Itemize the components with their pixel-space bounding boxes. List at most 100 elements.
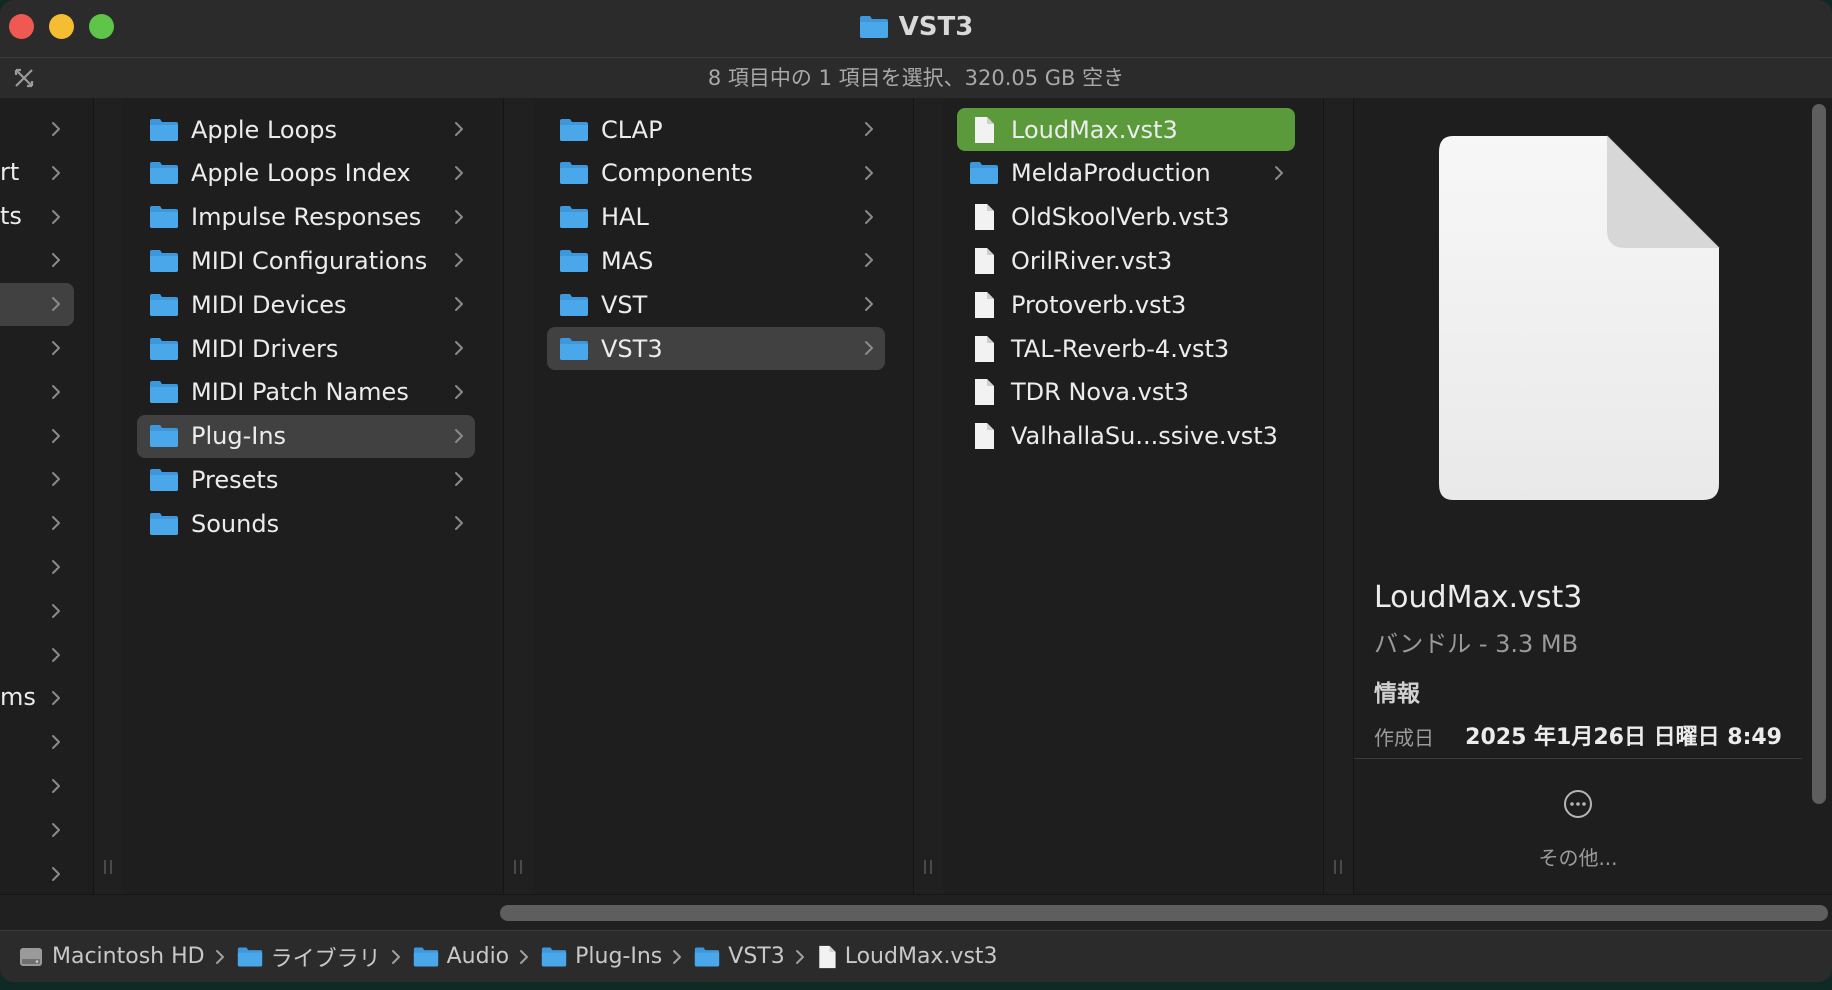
- column-divider[interactable]: [1323, 98, 1354, 894]
- path-crumb-label: ライブラリ: [270, 946, 381, 972]
- list-item[interactable]: [0, 327, 74, 370]
- list-item-components[interactable]: Components: [547, 152, 885, 195]
- folder-icon: [150, 118, 178, 141]
- list-item-label: MeldaProduction: [1011, 159, 1211, 188]
- list-item-label: ts: [0, 201, 22, 230]
- list-item-label: TDR Nova.vst3: [1011, 378, 1190, 407]
- list-item-plug-ins[interactable]: Plug-Ins: [137, 414, 475, 458]
- window-title: VST3: [0, 10, 1832, 44]
- folder-icon: [150, 468, 178, 491]
- chevron-right-icon: [455, 297, 463, 312]
- list-item-label: CLAP: [601, 115, 663, 144]
- folder-icon: [542, 946, 567, 967]
- column-resize-grip[interactable]: [514, 860, 522, 874]
- column-browser: rt ts ms Apple Loops Apple Loops Index Impul…: [0, 98, 1832, 894]
- list-item[interactable]: [0, 853, 74, 896]
- list-item-tal-reverb-4-vst3[interactable]: TAL-Reverb-4.vst3: [957, 327, 1295, 370]
- list-item-tdr-nova-vst3[interactable]: TDR Nova.vst3: [957, 371, 1295, 414]
- preview-file-name: LoudMax.vst3: [1374, 580, 1583, 615]
- list-item-hal[interactable]: HAL: [547, 196, 885, 239]
- list-item[interactable]: [0, 458, 74, 501]
- list-item[interactable]: ms: [0, 677, 74, 720]
- column-resize-grip[interactable]: [1334, 860, 1342, 874]
- column-parent: rt ts ms: [0, 98, 115, 896]
- list-item[interactable]: [0, 239, 74, 282]
- list-item-sounds[interactable]: Sounds: [137, 502, 475, 545]
- list-item[interactable]: [0, 590, 74, 633]
- list-item-oldskoolverb-vst3[interactable]: OldSkoolVerb.vst3: [957, 196, 1295, 239]
- column-resize-grip[interactable]: [104, 860, 112, 874]
- folder-icon: [413, 946, 438, 967]
- list-item-presets[interactable]: Presets: [137, 458, 475, 501]
- list-item[interactable]: [0, 415, 74, 458]
- chevron-right-icon: [52, 122, 60, 136]
- list-item-protoverb-vst3[interactable]: Protoverb.vst3: [957, 283, 1295, 326]
- more-button[interactable]: その他...: [1354, 842, 1802, 871]
- list-item-midi-configurations[interactable]: MIDI Configurations: [137, 239, 475, 282]
- preview-pane: LoudMax.vst3 バンドル - 3.3 MB 情報 作成日 2025 年…: [1354, 98, 1802, 894]
- list-item[interactable]: [0, 546, 74, 589]
- path-crumb[interactable]: Macintosh HD: [18, 944, 205, 969]
- list-item[interactable]: [0, 634, 74, 677]
- chevron-right-icon: [865, 165, 873, 180]
- path-crumb[interactable]: Audio: [413, 944, 509, 969]
- folder-icon: [560, 118, 588, 141]
- list-item[interactable]: ts: [0, 196, 74, 239]
- horizontal-scrollbar[interactable]: [0, 894, 1832, 931]
- list-item-midi-devices[interactable]: MIDI Devices: [137, 283, 475, 326]
- preview-scrollbar[interactable]: [1808, 98, 1832, 894]
- list-item-label: TAL-Reverb-4.vst3: [1011, 334, 1230, 363]
- created-label: 作成日: [1374, 726, 1434, 750]
- chevron-right-icon: [455, 472, 463, 487]
- list-item-meldaproduction[interactable]: MeldaProduction: [957, 152, 1295, 195]
- path-crumb[interactable]: ライブラリ: [237, 941, 381, 973]
- ellipsis-circle-icon[interactable]: [1563, 789, 1593, 819]
- chevron-right-icon: [865, 209, 873, 224]
- chevron-right-icon: [865, 253, 873, 268]
- list-item-orilriver-vst3[interactable]: OrilRiver.vst3: [957, 239, 1295, 282]
- path-bar: Macintosh HD ライブラリ Audio Plug-Ins VST3 LoudMa…: [0, 930, 1832, 982]
- horizontal-scroll-thumb[interactable]: [500, 905, 1828, 921]
- list-item[interactable]: [0, 502, 74, 545]
- document-icon: [975, 335, 994, 362]
- folder-icon: [150, 512, 178, 535]
- list-item[interactable]: [0, 283, 74, 327]
- list-item-label: ms: [0, 683, 36, 712]
- list-item[interactable]: [0, 371, 74, 414]
- column-resize-grip[interactable]: [924, 860, 932, 874]
- chevron-right-icon: [1275, 165, 1283, 180]
- chevron-right-icon: [865, 122, 873, 136]
- list-item-midi-patch-names[interactable]: MIDI Patch Names: [137, 371, 475, 414]
- column-divider[interactable]: [93, 98, 124, 894]
- chevron-right-icon: [865, 297, 873, 312]
- list-item-valhallasu-ssive-vst3[interactable]: ValhallaSu...ssive.vst3: [957, 415, 1295, 458]
- chevron-right-icon: [52, 253, 60, 268]
- list-item-vst3[interactable]: VST3: [547, 327, 885, 370]
- list-item[interactable]: rt: [0, 152, 74, 195]
- finder-window: VST3 8 項目中の 1 項目を選択、320.05 GB 空き rt ts ms …: [0, 0, 1832, 982]
- chevron-right-icon: [455, 165, 463, 180]
- list-item-impulse-responses[interactable]: Impulse Responses: [137, 196, 475, 239]
- list-item[interactable]: [0, 765, 74, 808]
- list-item[interactable]: [0, 809, 74, 852]
- chevron-right-icon: [52, 866, 60, 881]
- list-item-mas[interactable]: MAS: [547, 239, 885, 282]
- list-item-label: OrilRiver.vst3: [1011, 246, 1173, 275]
- path-crumb[interactable]: Plug-Ins: [541, 944, 662, 969]
- list-item-label: MAS: [601, 246, 654, 275]
- list-item[interactable]: [0, 721, 74, 764]
- list-item-loudmax-vst3[interactable]: LoudMax.vst3: [957, 108, 1295, 151]
- chevron-right-icon: [455, 384, 463, 399]
- preview-scroll-thumb[interactable]: [1812, 104, 1826, 804]
- chevron-right-icon: [52, 516, 60, 531]
- list-item-apple-loops-index[interactable]: Apple Loops Index: [137, 152, 475, 195]
- list-item-apple-loops[interactable]: Apple Loops: [137, 108, 475, 151]
- list-item[interactable]: [0, 108, 74, 151]
- column-divider[interactable]: [503, 98, 534, 894]
- list-item-clap[interactable]: CLAP: [547, 108, 885, 151]
- list-item-vst[interactable]: VST: [547, 283, 885, 326]
- path-crumb[interactable]: VST3: [694, 944, 785, 969]
- path-crumb[interactable]: LoudMax.vst3: [817, 944, 998, 969]
- column-divider[interactable]: [913, 98, 944, 894]
- list-item-midi-drivers[interactable]: MIDI Drivers: [137, 327, 475, 370]
